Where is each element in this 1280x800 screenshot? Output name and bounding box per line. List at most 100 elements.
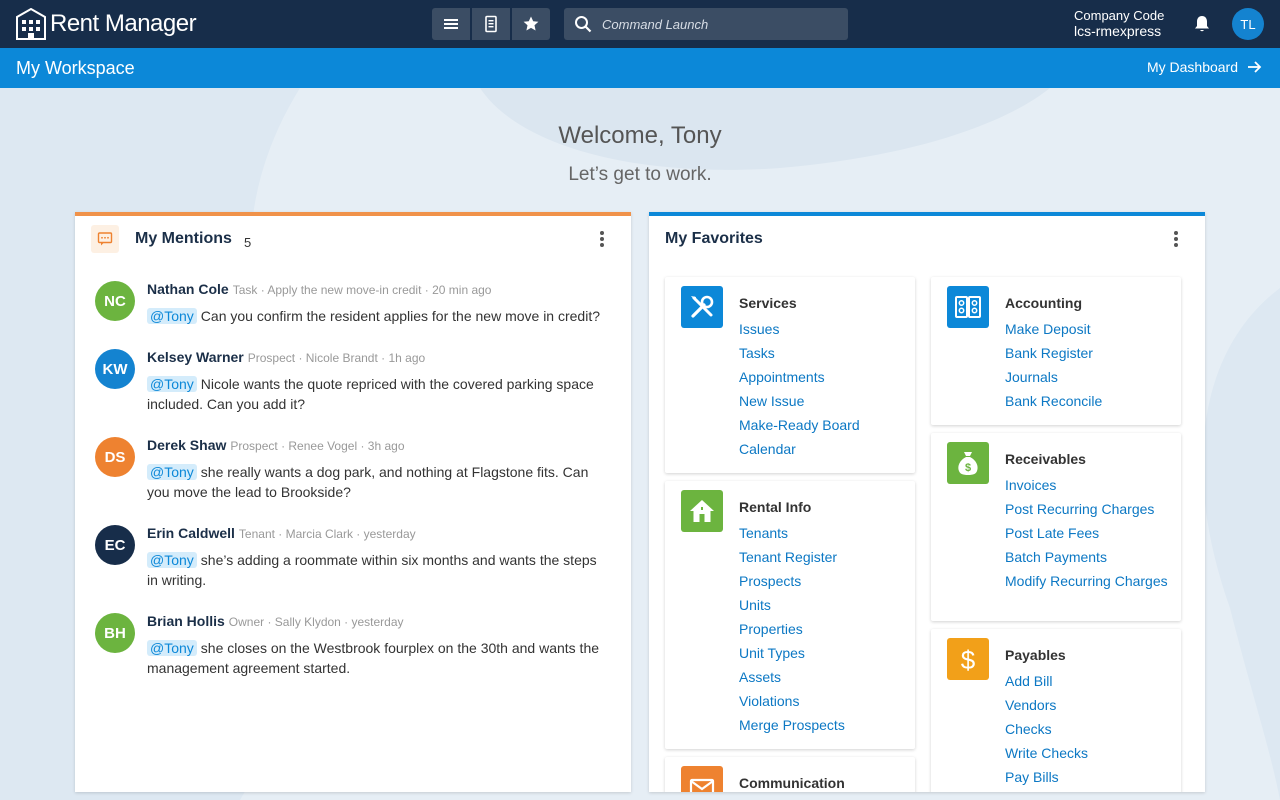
mention-avatar: KW xyxy=(95,349,135,389)
favorite-link-pay-bills[interactable]: Pay Bills xyxy=(1005,769,1175,785)
mention-text: she closes on the Westbrook fourplex on … xyxy=(147,640,600,676)
mention-avatar: BH xyxy=(95,613,135,653)
mention-author[interactable]: Erin Caldwell xyxy=(147,525,235,541)
toolbar-buttons xyxy=(432,8,550,40)
favorite-link-make-ready-board[interactable]: Make-Ready Board xyxy=(739,417,909,433)
my-mentions-panel: My Mentions 5 NC Nathan Cole Task · Apply… xyxy=(75,212,631,792)
favorite-link-tasks[interactable]: Tasks xyxy=(739,345,909,361)
search-input[interactable] xyxy=(602,16,832,32)
bell-icon[interactable] xyxy=(1192,14,1212,34)
mention-author[interactable]: Brian Hollis xyxy=(147,613,225,629)
money-bag-icon: $ xyxy=(947,442,989,484)
command-launch-search[interactable] xyxy=(564,8,848,40)
logo[interactable]: Rent Manager xyxy=(16,8,197,40)
favorite-link-prospects[interactable]: Prospects xyxy=(739,573,909,589)
mention-text: Nicole wants the quote repriced with the… xyxy=(147,376,594,412)
favorites-card-communication: Communication xyxy=(665,757,915,792)
mention-meta: Task · Apply the new move-in credit · 20… xyxy=(232,283,492,297)
favorite-link-appointments[interactable]: Appointments xyxy=(739,369,909,385)
favorite-link-vendors[interactable]: Vendors xyxy=(1005,697,1175,713)
card-title: Accounting xyxy=(1005,295,1082,311)
hamburger-icon xyxy=(444,19,458,29)
favorites-card-receivables: $ Receivables Invoices Post Recurring Ch… xyxy=(931,433,1181,621)
reports-button[interactable] xyxy=(472,8,512,40)
mention-tag: @Tony xyxy=(147,376,197,392)
favorite-link-invoices[interactable]: Invoices xyxy=(1005,477,1175,493)
house-icon xyxy=(681,490,723,532)
favorite-link-units[interactable]: Units xyxy=(739,597,909,613)
favorites-more-icon[interactable] xyxy=(1169,231,1183,247)
welcome-greeting: Welcome, Tony xyxy=(558,122,722,149)
building-logo-icon xyxy=(16,8,46,40)
favorite-link-assets[interactable]: Assets xyxy=(739,669,909,685)
favorite-link-post-late-fees[interactable]: Post Late Fees xyxy=(1005,525,1175,541)
logo-text: Rent Manager xyxy=(50,10,197,37)
mention-text: she really wants a dog park, and nothing… xyxy=(147,464,589,500)
top-bar: Rent Manager Company Code lcs-rmexpress … xyxy=(0,0,1280,48)
envelope-icon xyxy=(681,766,723,792)
favorites-card-services: Services Issues Tasks Appointments New I… xyxy=(665,277,915,473)
chat-icon xyxy=(91,225,119,253)
company-code-label: Company Code xyxy=(1074,8,1165,23)
mention-avatar: NC xyxy=(95,281,135,321)
mention-author[interactable]: Nathan Cole xyxy=(147,281,229,297)
favorite-link-properties[interactable]: Properties xyxy=(739,621,909,637)
mention-text: Can you confirm the resident applies for… xyxy=(200,308,601,324)
workspace-title: My Workspace xyxy=(16,58,135,78)
favorite-link-bank-reconcile[interactable]: Bank Reconcile xyxy=(1005,393,1175,409)
favorite-link-issues[interactable]: Issues xyxy=(739,321,909,337)
company-code-value: lcs-rmexpress xyxy=(1074,23,1162,39)
mention-meta: Tenant · Marcia Clark · yesterday xyxy=(238,527,416,541)
mentions-header: My Mentions 5 xyxy=(75,216,631,266)
my-favorites-panel: My Favorites Services Issues Tasks Appoi… xyxy=(649,212,1205,792)
favorites-card-payables: $ Payables Add Bill Vendors Checks Write… xyxy=(931,629,1181,792)
mentions-count: 5 xyxy=(244,235,252,250)
mention-avatar: EC xyxy=(95,525,135,565)
favorite-link-bank-register[interactable]: Bank Register xyxy=(1005,345,1175,361)
mention-meta: Owner · Sally Klydon · yesterday xyxy=(228,615,404,629)
mention-meta: Prospect · Nicole Brandt · 1h ago xyxy=(247,351,426,365)
favorites-button[interactable] xyxy=(512,8,550,40)
mention-avatar: DS xyxy=(95,437,135,477)
favorites-header: My Favorites xyxy=(649,216,1205,266)
tools-icon xyxy=(681,286,723,328)
card-title: Receivables xyxy=(1005,451,1086,467)
welcome-tagline: Let’s get to work. xyxy=(568,164,712,185)
favorite-link-tenant-register[interactable]: Tenant Register xyxy=(739,549,909,565)
favorites-title: My Favorites xyxy=(665,230,763,247)
svg-text:$: $ xyxy=(965,462,971,474)
search-icon xyxy=(575,16,592,33)
my-dashboard-link[interactable]: My Dashboard xyxy=(1147,59,1262,75)
arrow-right-icon xyxy=(1248,61,1262,73)
svg-text:$: $ xyxy=(961,645,976,674)
favorites-card-accounting: Accounting Make Deposit Bank Register Jo… xyxy=(931,277,1181,425)
favorite-link-merge-prospects[interactable]: Merge Prospects xyxy=(739,717,909,733)
favorite-link-batch-payments[interactable]: Batch Payments xyxy=(1005,549,1175,565)
card-title: Services xyxy=(739,295,797,311)
favorite-link-calendar[interactable]: Calendar xyxy=(739,441,909,457)
favorite-link-new-issue[interactable]: New Issue xyxy=(739,393,909,409)
favorite-link-post-recurring-charges[interactable]: Post Recurring Charges xyxy=(1005,501,1175,517)
favorite-link-violations[interactable]: Violations xyxy=(739,693,909,709)
dollar-icon: $ xyxy=(947,638,989,680)
my-dashboard-label: My Dashboard xyxy=(1146,59,1238,75)
favorite-link-checks[interactable]: Checks xyxy=(1005,721,1175,737)
mention-tag: @Tony xyxy=(147,640,197,656)
favorite-link-tenants[interactable]: Tenants xyxy=(739,525,909,541)
mentions-more-icon[interactable] xyxy=(595,231,609,247)
menu-button[interactable] xyxy=(432,8,472,40)
document-icon xyxy=(485,15,497,33)
favorite-link-journals[interactable]: Journals xyxy=(1005,369,1175,385)
favorite-link-add-bill[interactable]: Add Bill xyxy=(1005,673,1175,689)
star-icon xyxy=(523,16,539,31)
card-title: Communication xyxy=(739,775,845,791)
mention-author[interactable]: Derek Shaw xyxy=(147,437,226,453)
mention-tag: @Tony xyxy=(147,308,197,324)
favorite-link-make-deposit[interactable]: Make Deposit xyxy=(1005,321,1175,337)
favorite-link-unit-types[interactable]: Unit Types xyxy=(739,645,909,661)
user-avatar[interactable]: TL xyxy=(1232,8,1264,40)
favorite-link-modify-recurring-charges[interactable]: Modify Recurring Charges xyxy=(1005,573,1175,589)
favorites-card-rental-info: Rental Info Tenants Tenant Register Pros… xyxy=(665,481,915,749)
mention-author[interactable]: Kelsey Warner xyxy=(147,349,244,365)
favorite-link-write-checks[interactable]: Write Checks xyxy=(1005,745,1175,761)
